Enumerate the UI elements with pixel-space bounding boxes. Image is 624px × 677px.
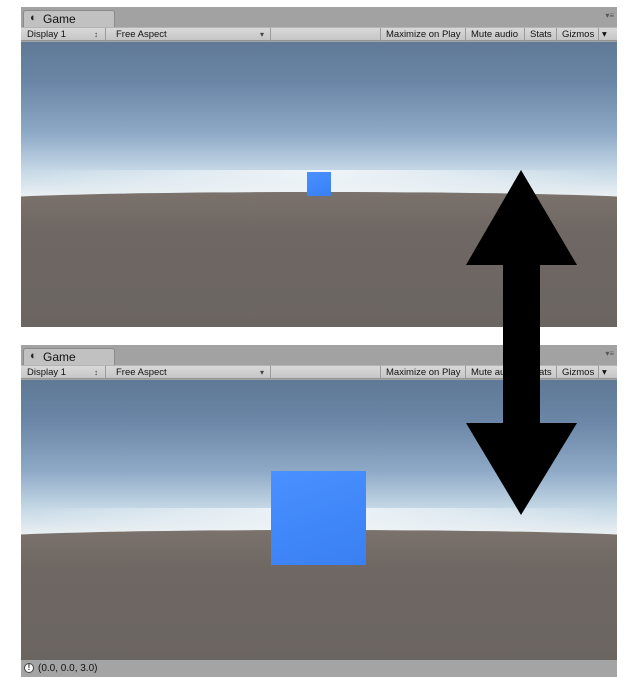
game-panel-bottom: ◐ Game ▾≡ Display 1 ↕ Free Aspect ▾ Maxi…: [21, 345, 617, 677]
chevron-down-icon: ▾: [260, 30, 265, 39]
panel-menu-icon[interactable]: ▾≡: [605, 12, 614, 20]
ground-plane: [21, 192, 617, 327]
stats-button[interactable]: Stats: [524, 28, 557, 41]
status-bar: ! (0.0, 0.0, 3.0): [21, 660, 617, 677]
game-viewport[interactable]: [21, 42, 617, 327]
aspect-dropdown[interactable]: Free Aspect ▾: [110, 28, 271, 41]
tab-game[interactable]: ◐ Game: [23, 10, 115, 27]
display-dropdown-label: Display 1: [27, 29, 67, 40]
aspect-dropdown[interactable]: Free Aspect ▾: [110, 366, 271, 379]
chevron-down-icon: ▾: [260, 368, 265, 377]
updown-arrows-icon: ↕: [94, 368, 98, 377]
gizmos-dropdown-arrow[interactable]: ▾: [598, 28, 610, 41]
updown-arrows-icon: ↕: [94, 30, 98, 39]
blue-cube: [271, 471, 366, 565]
status-text: (0.0, 0.0, 3.0): [38, 663, 98, 674]
panel-menu-icon[interactable]: ▾≡: [605, 350, 614, 358]
gizmos-button[interactable]: Gizmos: [556, 366, 599, 379]
aspect-dropdown-label: Free Aspect: [116, 367, 167, 378]
maximize-on-play-button[interactable]: Maximize on Play: [380, 28, 465, 41]
chevron-down-icon: ▾: [602, 367, 607, 378]
mute-audio-button[interactable]: Mute audio: [465, 28, 523, 41]
display-dropdown-label: Display 1: [27, 367, 67, 378]
blue-cube: [307, 172, 331, 196]
mute-audio-button[interactable]: Mute audio: [465, 366, 523, 379]
stats-button[interactable]: Stats: [524, 366, 557, 379]
tab-bar: ◐ Game ▾≡: [21, 7, 617, 27]
display-dropdown[interactable]: Display 1 ↕: [21, 28, 106, 41]
game-toolbar: Display 1 ↕ Free Aspect ▾ Maximize on Pl…: [21, 27, 617, 41]
unity-game-icon: ◐: [30, 12, 37, 24]
maximize-on-play-button[interactable]: Maximize on Play: [380, 366, 465, 379]
game-viewport[interactable]: [21, 380, 617, 660]
gizmos-button[interactable]: Gizmos: [556, 28, 599, 41]
game-panel-top: ◐ Game ▾≡ Display 1 ↕ Free Aspect ▾ Maxi…: [21, 7, 617, 327]
display-dropdown[interactable]: Display 1 ↕: [21, 366, 106, 379]
tab-game-label: Game: [43, 350, 76, 364]
aspect-dropdown-label: Free Aspect: [116, 29, 167, 40]
tab-game-label: Game: [43, 12, 76, 26]
chevron-down-icon: ▾: [602, 29, 607, 40]
info-icon: !: [24, 663, 34, 673]
gizmos-dropdown-arrow[interactable]: ▾: [598, 366, 610, 379]
tab-game[interactable]: ◐ Game: [23, 348, 115, 365]
game-toolbar: Display 1 ↕ Free Aspect ▾ Maximize on Pl…: [21, 365, 617, 379]
unity-game-icon: ◐: [30, 350, 37, 362]
tab-bar: ◐ Game ▾≡: [21, 345, 617, 365]
